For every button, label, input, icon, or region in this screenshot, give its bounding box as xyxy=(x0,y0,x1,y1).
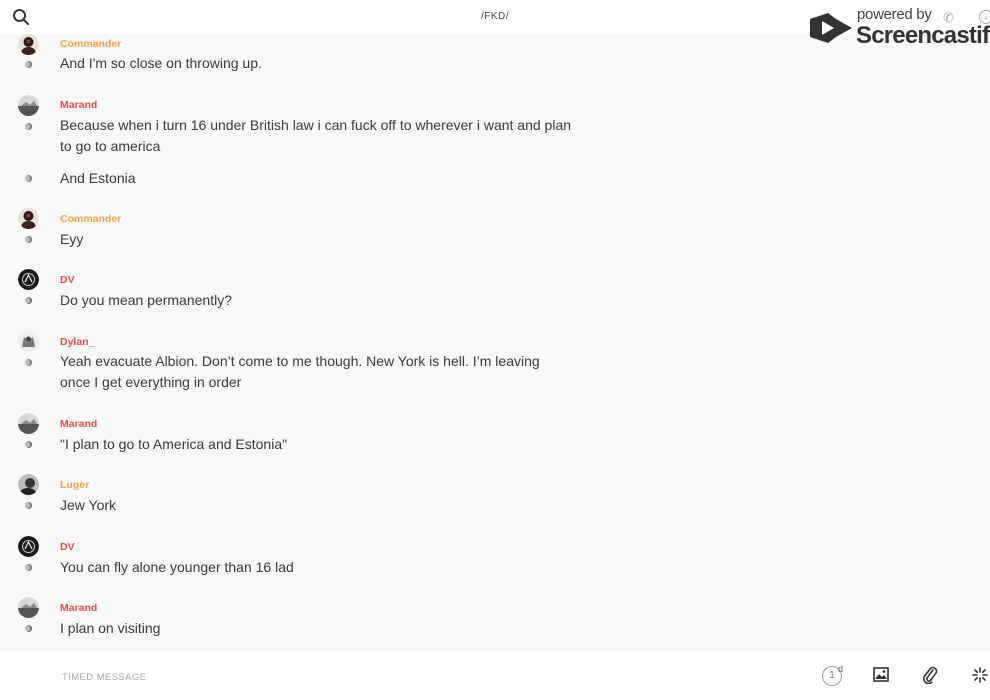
commander-avatar[interactable] xyxy=(18,34,39,55)
commander-avatar[interactable] xyxy=(18,208,39,229)
marand-avatar[interactable] xyxy=(18,597,39,618)
status-dot xyxy=(25,625,32,632)
message-author[interactable]: DV xyxy=(60,274,75,286)
message-text: Because when i turn 16 under British law… xyxy=(60,117,572,154)
status-dot xyxy=(25,297,32,304)
dylan-avatar[interactable] xyxy=(18,331,39,352)
watermark-powered-by: powered by xyxy=(857,6,932,23)
message-text: Yeah evacuate Albion. Don’t come to me t… xyxy=(60,353,540,390)
message-author[interactable]: Marand xyxy=(60,99,97,111)
status-dot xyxy=(25,359,32,366)
marand-avatar[interactable] xyxy=(18,95,39,116)
message-text: "I plan to go to America and Estonia" xyxy=(60,436,288,452)
message-text: Jew York xyxy=(60,497,117,513)
timed-message-input[interactable] xyxy=(60,661,764,693)
status-dot xyxy=(25,441,32,448)
composer-bar: 1 d xyxy=(0,651,990,700)
watermark-brand: Screencastify xyxy=(856,22,990,49)
phone-icon[interactable]: ✆ xyxy=(943,10,954,26)
image-icon[interactable] xyxy=(873,667,889,687)
paperclip-icon[interactable] xyxy=(922,666,938,689)
status-dot xyxy=(25,61,32,68)
message-text: And Estonia xyxy=(60,170,136,186)
message-text: And I'm so close on throwing up. xyxy=(60,55,262,71)
message-author[interactable]: Marand xyxy=(60,602,97,614)
message-author[interactable]: DV xyxy=(60,541,75,553)
status-dot xyxy=(25,123,32,130)
status-dot xyxy=(25,175,32,182)
dv-avatar[interactable] xyxy=(18,269,39,290)
luger-avatar[interactable] xyxy=(18,474,39,495)
timer-unit: d xyxy=(838,664,844,674)
message-text: I plan on visiting xyxy=(60,620,161,636)
message-author[interactable]: Dylan_ xyxy=(60,336,94,348)
message-author[interactable]: Commander xyxy=(60,38,121,50)
message-text: You can fly alone younger than 16 lad xyxy=(60,559,294,575)
screencastify-watermark: powered by Screencastify ✆ i xyxy=(805,4,990,50)
info-icon[interactable]: i xyxy=(979,10,990,24)
screencastify-logo-icon xyxy=(808,9,854,52)
sparkle-icon[interactable] xyxy=(972,667,988,688)
message-author[interactable]: Commander xyxy=(60,213,121,225)
status-dot xyxy=(25,564,32,571)
marand-avatar[interactable] xyxy=(18,413,39,434)
message-text: Do you mean permanently? xyxy=(60,292,232,308)
dv-avatar[interactable] xyxy=(18,536,39,557)
message-text: Eyy xyxy=(60,231,84,247)
message-author[interactable]: Marand xyxy=(60,418,97,430)
message-author[interactable]: Luger xyxy=(60,479,89,491)
status-dot xyxy=(25,236,32,243)
status-dot xyxy=(25,502,32,509)
